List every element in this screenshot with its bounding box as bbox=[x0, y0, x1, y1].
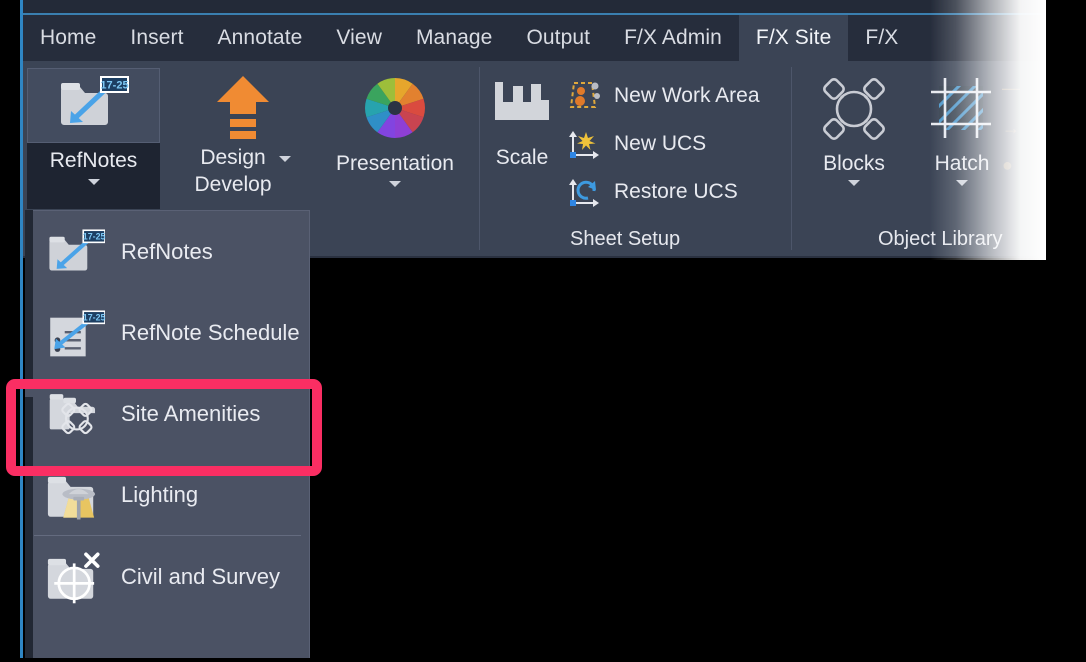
chevron-down-icon[interactable] bbox=[278, 156, 291, 162]
ghost-glyph-2: → bbox=[1002, 118, 1020, 138]
scale-button-label: Scale bbox=[495, 146, 549, 169]
blocks-node-icon bbox=[817, 72, 891, 151]
chevron-down-icon[interactable] bbox=[389, 181, 401, 187]
tab-fx-site[interactable]: F/X Site bbox=[738, 15, 849, 61]
ghost-glyph-3: ● bbox=[1002, 155, 1013, 175]
window-top-strip bbox=[20, 0, 1046, 13]
hatch-ribbon-button[interactable]: Hatch bbox=[918, 72, 1006, 186]
menu-item-civil-and-survey-label: Civil and Survey bbox=[121, 563, 280, 589]
sheet-setup-panel-title: Sheet Setup bbox=[570, 228, 681, 250]
restore-ucs-label: Restore UCS bbox=[614, 180, 738, 203]
tab-annotate[interactable]: Annotate bbox=[201, 15, 320, 61]
refnotes-folder-icon: 17-25 bbox=[58, 75, 130, 136]
menu-item-refnotes-label: RefNotes bbox=[121, 238, 213, 264]
menu-item-civil-and-survey[interactable]: Civil and Survey bbox=[26, 536, 309, 617]
scale-bars-icon bbox=[491, 74, 553, 139]
design-develop-label-line1: Design bbox=[200, 146, 266, 169]
design-develop-label-line2: Develop bbox=[194, 173, 272, 196]
ribbon-tab-list: Home Insert Annotate View Manage Output … bbox=[23, 15, 915, 61]
new-ucs-label: New UCS bbox=[614, 132, 707, 155]
tab-fx-admin[interactable]: F/X Admin bbox=[607, 15, 739, 61]
ghost-glyph-1: — bbox=[1002, 78, 1020, 98]
refnotes-label-area[interactable]: RefNotes bbox=[27, 143, 160, 209]
blocks-ribbon-button[interactable]: Blocks bbox=[810, 72, 898, 186]
menu-item-refnote-schedule-label: RefNote Schedule bbox=[121, 319, 300, 345]
tab-view[interactable]: View bbox=[319, 15, 399, 61]
object-library-panel-title: Object Library bbox=[878, 228, 1003, 250]
civil-survey-icon bbox=[47, 548, 105, 606]
scale-ribbon-button[interactable]: Scale bbox=[487, 74, 557, 170]
tab-output[interactable]: Output bbox=[509, 15, 607, 61]
design-develop-ribbon-button[interactable]: Design Develop bbox=[175, 74, 310, 198]
svg-text:17-25: 17-25 bbox=[83, 231, 105, 241]
work-area-icon bbox=[568, 79, 602, 113]
refnotes-icon-area[interactable]: 17-25 bbox=[27, 68, 160, 143]
screenshot-black-bottom-edge bbox=[0, 658, 1086, 662]
presentation-button-label: Presentation bbox=[336, 152, 454, 175]
blocks-button-label: Blocks bbox=[823, 152, 885, 175]
menu-item-lighting-label: Lighting bbox=[121, 481, 199, 507]
lighting-folder-icon bbox=[47, 466, 105, 524]
screenshot-black-bottom-area bbox=[310, 258, 1086, 662]
menu-scroll-gutter[interactable] bbox=[25, 210, 33, 662]
refnotes-dropdown-menu: 17-25 RefNotes 17-25 RefNote Schedule Si… bbox=[25, 210, 310, 662]
screenshot-root: Home Insert Annotate View Manage Output … bbox=[0, 0, 1086, 662]
hatch-square-icon bbox=[925, 72, 999, 151]
design-develop-button-label: Design Develop bbox=[194, 144, 271, 198]
new-work-area-row[interactable]: New Work Area bbox=[568, 79, 760, 113]
new-ucs-row[interactable]: New UCS bbox=[568, 127, 706, 161]
restore-ucs-icon bbox=[568, 175, 602, 209]
new-work-area-label: New Work Area bbox=[614, 84, 760, 107]
svg-text:17-25: 17-25 bbox=[83, 312, 105, 322]
restore-ucs-row[interactable]: Restore UCS bbox=[568, 175, 738, 209]
hatch-button-label: Hatch bbox=[934, 152, 990, 175]
color-wheel-icon bbox=[361, 74, 429, 147]
new-ucs-icon bbox=[568, 127, 602, 161]
chevron-down-icon[interactable] bbox=[848, 180, 860, 186]
screenshot-black-right-area bbox=[1046, 0, 1086, 662]
tab-manage[interactable]: Manage bbox=[399, 15, 510, 61]
svg-text:17-25: 17-25 bbox=[100, 80, 128, 92]
panel-divider-2 bbox=[791, 67, 792, 250]
presentation-ribbon-button[interactable]: Presentation bbox=[310, 74, 480, 187]
menu-scroll-thumb[interactable] bbox=[25, 385, 33, 397]
menu-item-site-amenities[interactable]: Site Amenities bbox=[26, 373, 309, 454]
tab-home[interactable]: Home bbox=[23, 15, 113, 61]
refnote-schedule-icon: 17-25 bbox=[47, 304, 106, 362]
tab-fx-cut-off[interactable]: F/X bbox=[848, 15, 915, 61]
menu-item-site-amenities-label: Site Amenities bbox=[121, 400, 261, 426]
site-amenities-icon bbox=[47, 385, 105, 443]
chevron-down-icon[interactable] bbox=[956, 180, 968, 186]
menu-item-refnotes[interactable]: 17-25 RefNotes bbox=[26, 211, 309, 292]
orange-up-arrow-icon bbox=[211, 74, 275, 140]
menu-item-refnote-schedule[interactable]: 17-25 RefNote Schedule bbox=[26, 292, 309, 373]
refnotes-ribbon-button[interactable]: 17-25 RefNotes bbox=[27, 68, 160, 209]
refnotes-folder-icon: 17-25 bbox=[47, 223, 106, 281]
menu-item-lighting[interactable]: Lighting bbox=[26, 454, 309, 535]
tab-insert[interactable]: Insert bbox=[113, 15, 200, 61]
window-left-accent-rail bbox=[20, 0, 23, 658]
chevron-down-icon[interactable] bbox=[87, 179, 100, 185]
screenshot-black-left-area bbox=[0, 0, 20, 662]
refnotes-button-label: RefNotes bbox=[49, 149, 138, 172]
